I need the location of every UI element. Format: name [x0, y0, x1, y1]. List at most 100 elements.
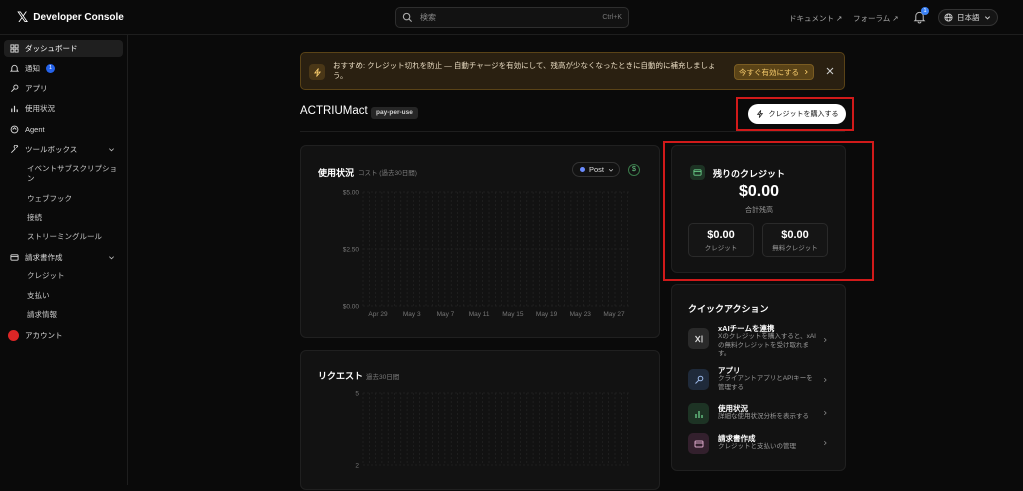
- avatar: [8, 330, 19, 341]
- docs-link[interactable]: ドキュメント ↗: [789, 13, 842, 24]
- chevron-right-icon: [804, 69, 808, 75]
- y-tick-label: $2.50: [343, 247, 360, 254]
- quick-action-desc: クレジットと支払いの管理: [718, 443, 796, 450]
- usage-card-title: 使用状況: [318, 168, 355, 178]
- chevron-right-icon: [823, 440, 827, 446]
- usage-card-subtitle: コスト (過去30日間): [358, 170, 417, 177]
- enable-now-label: 今すぐ有効にする: [738, 67, 800, 77]
- sidebar-item-label: 通知: [25, 64, 40, 73]
- tools-icon: [11, 145, 19, 153]
- chevron-down-icon: [109, 256, 114, 260]
- search-input[interactable]: [420, 13, 590, 22]
- sidebar-item-toolbox[interactable]: ツールボックス: [4, 141, 123, 158]
- bar-chart-icon: [688, 403, 709, 424]
- main-content: おすすめ: クレジット切れを防止 — 自動チャージを有効にして、残高が少なくなっ…: [128, 35, 1023, 490]
- sidebar-item-label: ツールボックス: [25, 145, 78, 154]
- search-box[interactable]: Ctrl+K: [395, 7, 629, 28]
- sidebar-subitem-webhooks[interactable]: ウェブフック: [27, 194, 117, 204]
- sidebar: ダッシュボード 通知 1 アプリ 使用状況 Agent ツールボックス イベント…: [0, 35, 128, 485]
- top-bar: 𝕏 Developer Console Ctrl+K ドキュメント ↗ フォーラ…: [0, 0, 1023, 35]
- sidebar-item-dashboard[interactable]: ダッシュボード: [4, 40, 123, 57]
- chevron-down-icon: [608, 168, 614, 172]
- language-label: 日本語: [957, 13, 980, 22]
- x-tick-label: May 3: [403, 311, 421, 318]
- quick-actions-card: クイックアクション xAIチームを連携 Xのクレジットを購入すると、xAIの無料…: [671, 284, 846, 471]
- quick-action-desc: 詳細な使用状況分析を表示する: [718, 413, 809, 420]
- divider: [300, 131, 845, 132]
- dollar-toggle-button[interactable]: $: [628, 164, 640, 176]
- series-select-label: Post: [589, 165, 605, 174]
- sidebar-subitem-connections[interactable]: 接続: [27, 213, 117, 223]
- sidebar-subitem-billing-info[interactable]: 請求情報: [27, 310, 117, 320]
- quick-action-billing[interactable]: 請求書作成 クレジットと支払いの管理: [688, 433, 828, 457]
- x-logo-icon: 𝕏: [17, 9, 29, 25]
- xai-icon: [688, 328, 709, 349]
- sidebar-item-agent[interactable]: Agent: [4, 121, 123, 138]
- sidebar-subitem-credits[interactable]: クレジット: [27, 271, 117, 281]
- chevron-right-icon: [823, 377, 827, 383]
- highlight-box-credits: [663, 141, 874, 281]
- quick-action-desc: クライアントアプリとAPIキーを管理する: [718, 375, 813, 391]
- brand-name: Developer Console: [33, 11, 124, 23]
- usage-card: 使用状況 コスト (過去30日間) Post $ $5.00 $2.50 $0.00…: [300, 145, 660, 338]
- quick-actions-title: クイックアクション: [688, 304, 769, 314]
- x-tick-label: May 19: [536, 311, 558, 318]
- x-tick-label: May 15: [502, 311, 524, 318]
- language-select[interactable]: 日本語: [938, 9, 998, 26]
- quick-action-apps[interactable]: アプリ クライアントアプリとAPIキーを管理する: [688, 365, 828, 391]
- forum-link[interactable]: フォーラム ↗: [853, 13, 899, 24]
- requests-card: リクエスト 過去30日間 52: [300, 350, 660, 490]
- highlight-box-buy: [736, 97, 854, 131]
- sidebar-item-billing[interactable]: 請求書作成: [4, 249, 123, 266]
- requests-card-title: リクエスト: [318, 371, 364, 381]
- series-select[interactable]: Post: [572, 162, 620, 177]
- brand-logo[interactable]: 𝕏 Developer Console: [17, 10, 124, 24]
- y-tick-label: $0.00: [343, 304, 360, 311]
- agent-icon: [10, 125, 19, 134]
- sidebar-item-notifications[interactable]: 通知 1: [4, 60, 123, 77]
- x-tick-label: May 7: [437, 311, 455, 318]
- sidebar-item-usage[interactable]: 使用状況: [4, 100, 123, 117]
- y-tick-label: 2: [355, 463, 359, 470]
- sidebar-item-label: 請求書作成: [25, 253, 63, 262]
- card-icon: [10, 254, 19, 261]
- chevron-right-icon: [823, 337, 827, 343]
- notification-count-badge: 1: [921, 7, 929, 15]
- requests-chart: 52: [355, 391, 629, 470]
- sidebar-subitem-payments[interactable]: 支払い: [27, 291, 117, 301]
- plan-badge: pay-per-use: [371, 107, 418, 119]
- chevron-right-icon: [823, 410, 827, 416]
- x-tick-label: May 23: [570, 311, 592, 318]
- bell-icon: [10, 64, 19, 72]
- enable-now-button[interactable]: 今すぐ有効にする: [734, 64, 814, 80]
- chevron-down-icon: [984, 16, 990, 20]
- globe-icon: [944, 13, 953, 22]
- sidebar-item-apps[interactable]: アプリ: [4, 80, 123, 97]
- sidebar-item-label: Agent: [25, 125, 45, 134]
- page-title: ACTRIUMact: [300, 105, 368, 117]
- x-tick-label: May 27: [603, 311, 625, 318]
- x-tick-label: May 11: [469, 311, 490, 318]
- sidebar-item-label: アプリ: [25, 84, 48, 93]
- quick-action-usage[interactable]: 使用状況 詳細な使用状況分析を表示する: [688, 403, 828, 427]
- sidebar-item-label: 使用状況: [25, 104, 55, 113]
- y-tick-label: $5.00: [343, 190, 360, 197]
- sidebar-item-account[interactable]: アカウント: [4, 327, 123, 344]
- quick-action-desc: Xのクレジットを購入すると、xAIの無料クレジットを受け取れます。: [718, 333, 816, 357]
- quick-action-xai[interactable]: xAIチームを連携 Xのクレジットを購入すると、xAIの無料クレジットを受け取れ…: [688, 323, 828, 357]
- close-icon[interactable]: [825, 66, 835, 76]
- sidebar-subitem-event-subscriptions[interactable]: イベントサブスクリプション: [27, 164, 117, 184]
- search-shortcut: Ctrl+K: [602, 14, 622, 21]
- y-tick-label: 5: [355, 391, 359, 398]
- usage-chart: $5.00 $2.50 $0.00 Apr 29 May 3 May 7 May 11 May…: [343, 190, 629, 318]
- search-icon: [402, 12, 413, 23]
- chevron-down-icon: [109, 148, 114, 152]
- bar-chart-icon: [11, 105, 18, 113]
- key-icon: [11, 84, 19, 92]
- sidebar-subitem-streaming-rules[interactable]: ストリーミングルール: [27, 232, 117, 242]
- bolt-icon: [309, 64, 325, 80]
- banner-message: おすすめ: クレジット切れを防止 — 自動チャージを有効にして、残高が少なくなっ…: [333, 61, 716, 80]
- key-icon: [688, 369, 709, 390]
- sidebar-item-label: アカウント: [25, 331, 63, 340]
- sidebar-item-label: ダッシュボード: [25, 44, 78, 53]
